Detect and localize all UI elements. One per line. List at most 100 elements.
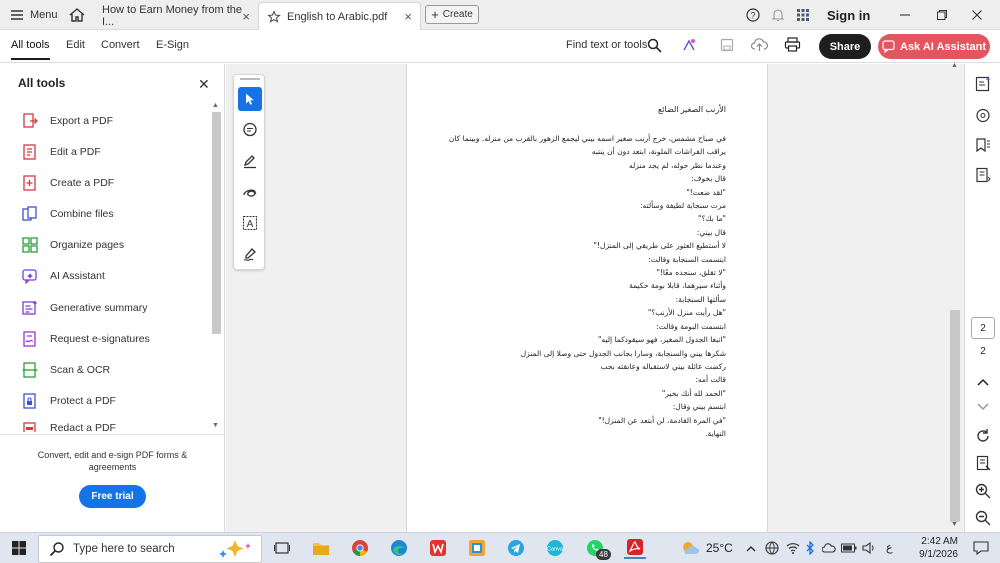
tools-scrollbar[interactable]: ▲ ▼: [211, 102, 221, 432]
document-scrollbar[interactable]: ▲ ▼: [948, 62, 962, 532]
share-button[interactable]: Share: [819, 34, 871, 59]
save-icon[interactable]: [720, 38, 734, 52]
windows-start-icon[interactable]: [8, 537, 30, 559]
tool-request-esignatures[interactable]: Request e-signatures: [22, 329, 150, 349]
taskbar-search-box[interactable]: Type here to search: [38, 535, 262, 563]
cloud-sync-icon[interactable]: [821, 537, 837, 559]
task-view-icon[interactable]: [271, 537, 293, 559]
document-scrollbar-thumb[interactable]: [950, 310, 960, 522]
tool-generative-summary[interactable]: Generative summary: [22, 298, 147, 318]
draw-freehand-icon[interactable]: [238, 180, 262, 204]
photo-editor-icon[interactable]: [466, 537, 488, 559]
sign-in-link[interactable]: Sign in: [827, 0, 870, 30]
previous-page-chevron-up-icon[interactable]: [973, 372, 993, 392]
tool-combine-files[interactable]: Combine files: [22, 204, 114, 224]
page-thumbnails-icon[interactable]: [973, 165, 993, 185]
tool-redact-pdf[interactable]: Redact a PDF: [22, 422, 116, 432]
tool-scan-ocr[interactable]: Scan & OCR: [22, 360, 110, 380]
telegram-icon[interactable]: [505, 537, 527, 559]
tab-english-to-arabic[interactable]: English to Arabic.pdf ×: [258, 2, 421, 30]
upload-cloud-icon[interactable]: [751, 37, 768, 52]
input-language-indicator[interactable]: ع: [886, 541, 893, 554]
menu-button[interactable]: Menu: [10, 0, 58, 30]
notification-center-icon[interactable]: [970, 537, 992, 559]
taskbar-clock[interactable]: 2:42 AM 9/1/2026: [906, 535, 958, 561]
scroll-down-arrow-icon[interactable]: ▼: [951, 521, 958, 528]
close-tab-icon[interactable]: ×: [404, 9, 412, 24]
signature-pen-icon[interactable]: [238, 242, 262, 266]
right-tool-rail: 2 2: [964, 64, 1000, 532]
zoom-out-icon[interactable]: [973, 508, 993, 528]
ai-summary-panel-icon[interactable]: [973, 74, 993, 94]
weather-icon[interactable]: [679, 537, 701, 559]
notification-bell-icon[interactable]: [771, 0, 785, 30]
print-icon[interactable]: [784, 37, 801, 52]
tab-how-to-earn-money[interactable]: How to Earn Money from the I... ×: [94, 2, 258, 30]
tool-organize-pages[interactable]: Organize pages: [22, 235, 124, 255]
volume-icon[interactable]: [861, 537, 877, 559]
toolbar-grip[interactable]: [240, 78, 260, 80]
acrobat-reader-icon[interactable]: [624, 537, 646, 559]
star-icon[interactable]: [267, 9, 281, 24]
ai-chat-icon: [882, 40, 895, 53]
add-comment-icon[interactable]: [238, 118, 262, 142]
tool-ai-assistant[interactable]: AI Assistant: [22, 266, 105, 286]
chrome-browser-icon[interactable]: [349, 537, 371, 559]
menu-all-tools[interactable]: All tools: [11, 39, 50, 60]
scroll-up-arrow-icon[interactable]: ▲: [212, 102, 219, 109]
free-trial-button[interactable]: Free trial: [79, 485, 146, 508]
close-window-icon[interactable]: [971, 0, 983, 30]
select-cursor-icon[interactable]: [238, 87, 262, 111]
text-box-icon[interactable]: A: [238, 211, 262, 235]
search-icon[interactable]: [647, 38, 662, 53]
highlight-pen-icon[interactable]: [238, 149, 262, 173]
show-hidden-icons-chevron[interactable]: [744, 537, 758, 559]
next-page-chevron-down-icon[interactable]: [973, 397, 993, 417]
fit-page-icon[interactable]: [973, 453, 993, 473]
whatsapp-icon[interactable]: 48: [584, 537, 611, 560]
menu-convert[interactable]: Convert: [101, 39, 140, 51]
battery-icon[interactable]: [841, 537, 857, 559]
story-line: شكرها بيني والسنجابة، وسارا بجانب الجدول…: [520, 348, 726, 358]
tool-edit-pdf[interactable]: Edit a PDF: [22, 142, 101, 162]
help-icon[interactable]: ?: [746, 0, 760, 30]
tool-export-pdf[interactable]: Export a PDF: [22, 111, 113, 131]
tool-label: Create a PDF: [50, 177, 115, 189]
pdf-page[interactable]: الأرنب الصغير الضائع في صباح مشمس، خرج أ…: [406, 64, 768, 532]
bluetooth-icon[interactable]: [803, 537, 817, 559]
ask-ai-assistant-button[interactable]: Ask AI Assistant: [878, 34, 990, 59]
zoom-in-icon[interactable]: [973, 481, 993, 501]
whatsapp-unread-badge: 48: [596, 549, 611, 560]
close-panel-icon[interactable]: ✕: [198, 76, 210, 93]
tool-protect-pdf[interactable]: Protect a PDF: [22, 391, 116, 411]
current-page-input[interactable]: 2: [971, 317, 995, 339]
scrollbar-thumb[interactable]: [212, 112, 221, 334]
apps-grid-icon[interactable]: [796, 0, 810, 30]
wps-office-icon[interactable]: [427, 537, 449, 559]
scroll-down-arrow-icon[interactable]: ▼: [212, 422, 219, 429]
ai-tools-icon[interactable]: [681, 37, 697, 53]
menu-edit[interactable]: Edit: [66, 39, 85, 51]
restore-window-icon[interactable]: [936, 0, 948, 30]
comments-panel-icon[interactable]: [973, 106, 993, 126]
network-status-icon[interactable]: [764, 537, 780, 559]
story-line: سألتها السنجابة:: [675, 294, 726, 304]
tool-create-pdf[interactable]: Create a PDF: [22, 173, 114, 193]
scroll-up-arrow-icon[interactable]: ▲: [951, 62, 958, 69]
edge-browser-icon[interactable]: [388, 537, 410, 559]
file-explorer-icon[interactable]: [310, 537, 332, 559]
find-text-tools-button[interactable]: Find text or tools: [566, 39, 647, 51]
canva-icon[interactable]: Canva: [544, 537, 566, 559]
title-bar: Menu How to Earn Money from the I... × E…: [0, 0, 1000, 30]
close-tab-icon[interactable]: ×: [242, 9, 250, 24]
story-line: قال بيني:: [696, 227, 726, 237]
menu-esign[interactable]: E-Sign: [156, 39, 189, 51]
combine-files-icon: [22, 206, 38, 222]
bookmarks-panel-icon[interactable]: [973, 135, 993, 155]
minimize-window-icon[interactable]: [899, 0, 911, 30]
create-button[interactable]: + Create: [425, 5, 479, 24]
wifi-icon[interactable]: [785, 537, 801, 559]
rotate-refresh-icon[interactable]: [973, 426, 993, 446]
story-line: "في المرة القادمة، لن أبتعد عن المنزل!": [598, 415, 726, 425]
home-icon[interactable]: [68, 0, 86, 30]
